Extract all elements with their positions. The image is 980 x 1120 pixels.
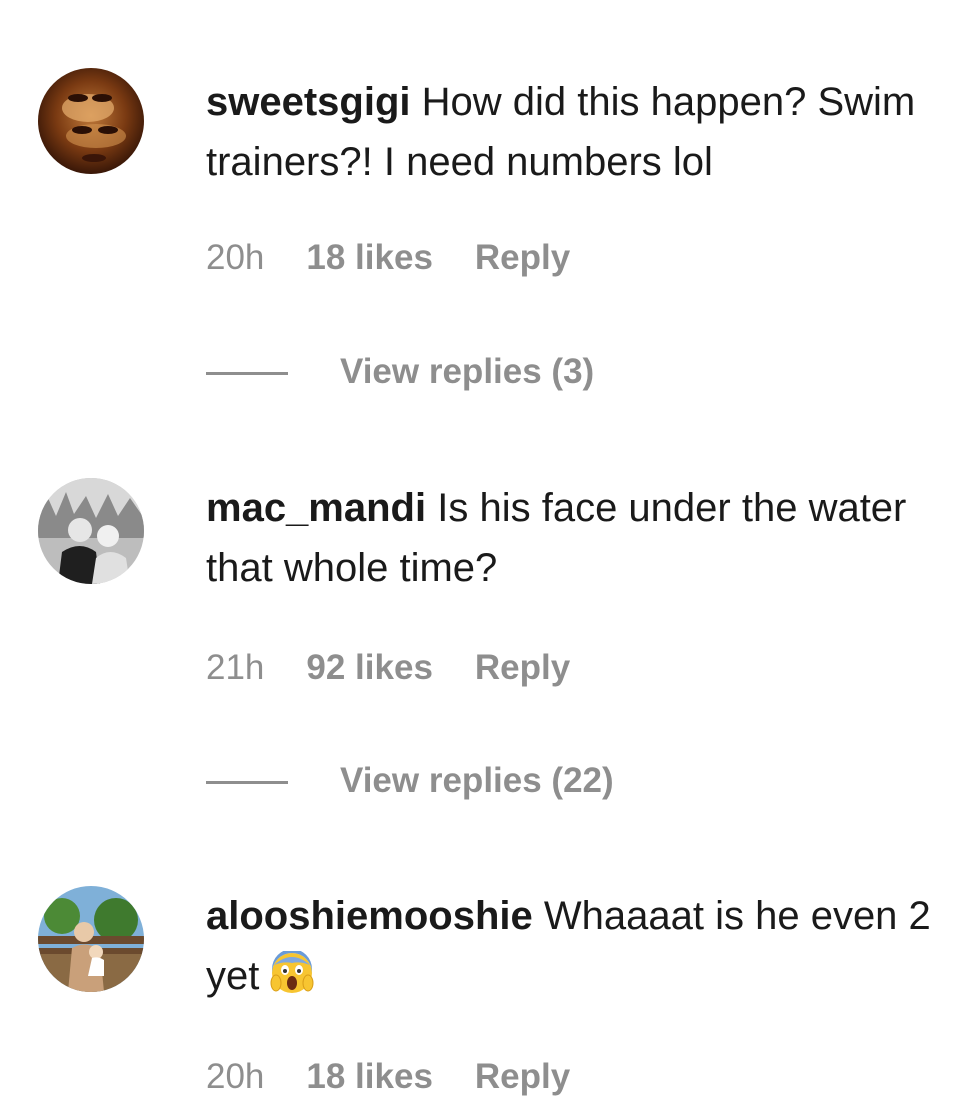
comment-time: 20h	[206, 238, 265, 277]
comment-time: 21h	[206, 648, 265, 687]
divider-line	[206, 372, 288, 376]
comment-username[interactable]: alooshiemooshie	[206, 894, 533, 938]
view-replies-button[interactable]: View replies (3)	[206, 350, 594, 394]
comment-username[interactable]: mac_mandi	[206, 486, 426, 530]
reply-button[interactable]: Reply	[475, 1057, 570, 1096]
comment-likes[interactable]: 18 likes	[306, 238, 433, 277]
avatar[interactable]	[38, 886, 144, 992]
comment-text: mac_mandi Is his face under the water th…	[206, 478, 966, 598]
avatar[interactable]	[38, 478, 144, 584]
avatar[interactable]	[38, 68, 144, 174]
comment-likes[interactable]: 92 likes	[306, 648, 433, 687]
view-replies-label: View replies (3)	[340, 352, 595, 391]
reply-button[interactable]: Reply	[475, 238, 570, 277]
comment-text: sweetsgigi How did this happen? Swim tra…	[206, 72, 966, 192]
comment-time: 20h	[206, 1057, 265, 1096]
view-replies-button[interactable]: View replies (22)	[206, 759, 614, 803]
comment-text: alooshiemooshie Whaaaat is he even 2 yet	[206, 886, 966, 1012]
reply-button[interactable]: Reply	[475, 648, 570, 687]
scream-emoji-icon	[270, 949, 314, 1012]
comment-username[interactable]: sweetsgigi	[206, 80, 411, 124]
comment-meta: 21h 92 likes Reply	[206, 646, 612, 690]
comment-meta: 20h 18 likes Reply	[206, 236, 612, 280]
comment-likes[interactable]: 18 likes	[306, 1057, 433, 1096]
comment-meta: 20h 18 likes Reply	[206, 1055, 612, 1099]
divider-line	[206, 781, 288, 785]
view-replies-label: View replies (22)	[340, 761, 614, 800]
